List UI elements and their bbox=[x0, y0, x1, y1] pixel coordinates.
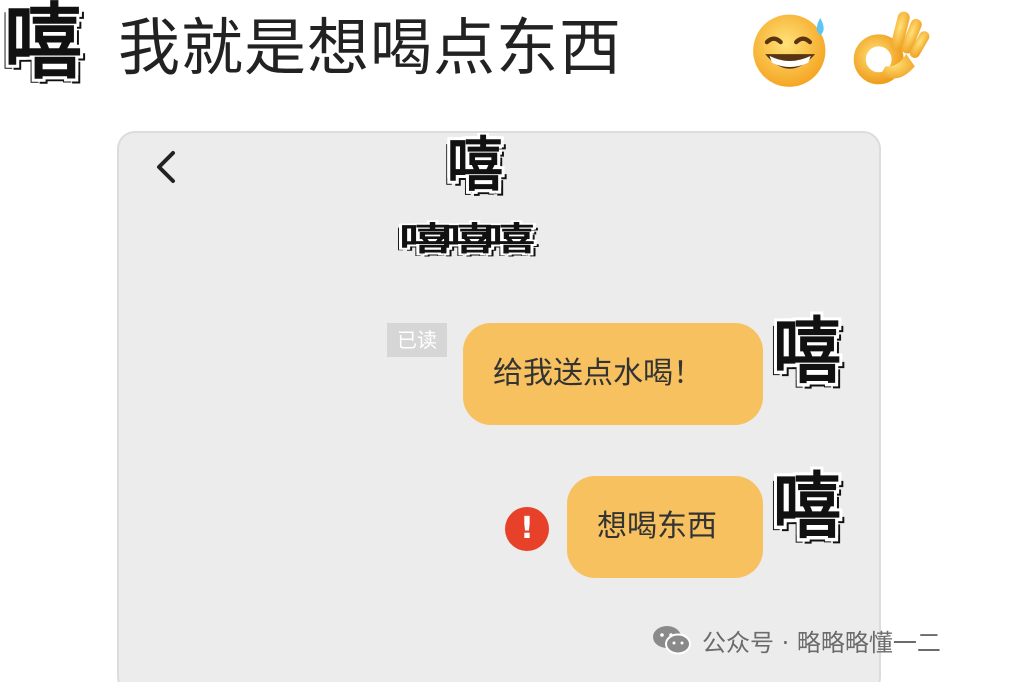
message-bubble[interactable]: 给我送点水喝！ bbox=[463, 323, 763, 425]
watermark: 公众号 · 略略略懂一二 bbox=[652, 620, 941, 660]
meme-caption: 嘻 我就是想喝点东西 bbox=[0, 0, 1024, 110]
read-status-badge: 已读 bbox=[387, 323, 447, 357]
chat-subtitle-glyphs: 嘻嘻嘻 bbox=[399, 221, 535, 259]
sender-avatar-glyph[interactable]: 嘻 bbox=[773, 466, 841, 550]
meme-page: 嘻 我就是想喝点东西 嘻 嘻嘻嘻 已读 给我送点水喝！ 嘻 ! 想喝东西 嘻 公… bbox=[0, 0, 1024, 682]
wechat-icon bbox=[653, 626, 691, 655]
chat-screenshot: 嘻 嘻嘻嘻 已读 给我送点水喝！ 嘻 ! 想喝东西 嘻 bbox=[117, 131, 881, 682]
caption-prefix-glyph: 嘻 bbox=[4, 0, 83, 91]
watermark-text: 公众号 · 略略略懂一二 bbox=[702, 628, 941, 657]
sender-avatar-glyph[interactable]: 嘻 bbox=[773, 311, 841, 395]
laughing-sweat-emoji-icon bbox=[753, 14, 826, 87]
chat-title-glyph: 嘻 bbox=[447, 131, 503, 200]
send-failed-icon[interactable]: ! bbox=[505, 507, 549, 551]
caption-text: 我就是想喝点东西 bbox=[118, 11, 623, 84]
ok-hand-emoji-icon bbox=[853, 11, 930, 85]
message-bubble[interactable]: 想喝东西 bbox=[567, 476, 763, 578]
chevron-left-icon[interactable] bbox=[147, 145, 187, 189]
